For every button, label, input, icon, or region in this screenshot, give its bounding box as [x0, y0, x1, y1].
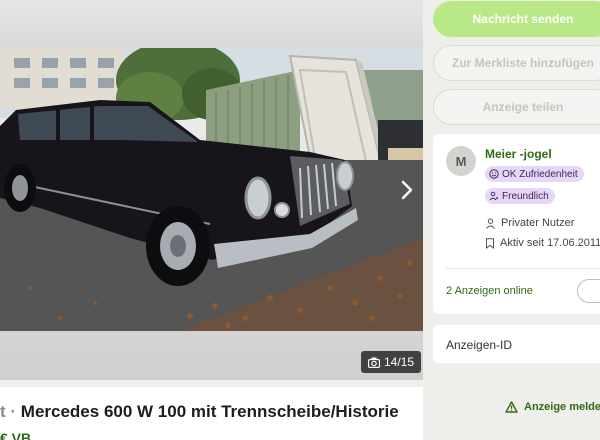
ad-id-label: Anzeigen-ID: [446, 338, 513, 352]
person-sparkle-icon: [489, 191, 499, 201]
listing-price: € VB: [0, 430, 32, 440]
image-counter[interactable]: 14/15: [361, 351, 422, 373]
follow-seller-button[interactable]: [577, 279, 600, 303]
person-icon: [486, 218, 495, 229]
seller-card: M Meier -jogel OK Zufriedenheit Freundli…: [433, 134, 600, 314]
badge-satisfaction: OK Zufriedenheit: [485, 166, 584, 182]
report-ad-label: Anzeige melden: [524, 401, 600, 413]
listing-photo[interactable]: [0, 48, 423, 331]
image-gallery: 14/15: [0, 0, 423, 380]
send-message-button[interactable]: Nachricht senden: [433, 1, 600, 37]
divider: [446, 268, 600, 269]
report-ad-link[interactable]: Anzeige melden: [505, 401, 600, 413]
chevron-right-icon: [401, 180, 413, 200]
seller-type: Privater Nutzer: [501, 217, 575, 229]
seller-name[interactable]: Meier -jogel: [485, 147, 552, 161]
gallery-bottom-backdrop: [0, 331, 423, 380]
camera-icon: [368, 357, 380, 368]
badge-friendly: Freundlich: [485, 188, 555, 204]
seller-ads-online-link[interactable]: 2 Anzeigen online: [446, 285, 533, 297]
badge-friendly-label: Freundlich: [502, 190, 549, 202]
bookmark-icon: [486, 237, 494, 249]
warning-icon: [505, 401, 518, 413]
gallery-top-backdrop: [0, 0, 423, 48]
title-prefix: t ·: [0, 402, 17, 421]
ad-id-card: Anzeigen-ID: [433, 325, 600, 363]
title-text: Mercedes 600 W 100 mit Trennscheibe/Hist…: [20, 402, 399, 421]
image-counter-text: 14/15: [384, 355, 415, 369]
active-since: Aktiv seit 17.06.2011: [500, 237, 600, 249]
add-to-watchlist-button[interactable]: Zur Merkliste hinzufügen: [433, 45, 600, 81]
next-image-button[interactable]: [396, 176, 418, 204]
share-ad-button[interactable]: Anzeige teilen: [433, 89, 600, 125]
smiley-icon: [489, 169, 499, 179]
seller-type-row: Privater Nutzer: [485, 217, 574, 229]
badge-satisfaction-label: OK Zufriedenheit: [502, 168, 578, 180]
active-since-row: Aktiv seit 17.06.2011: [485, 237, 600, 249]
avatar: M: [446, 146, 476, 176]
listing-title: t · Mercedes 600 W 100 mit Trennscheibe/…: [0, 402, 399, 422]
